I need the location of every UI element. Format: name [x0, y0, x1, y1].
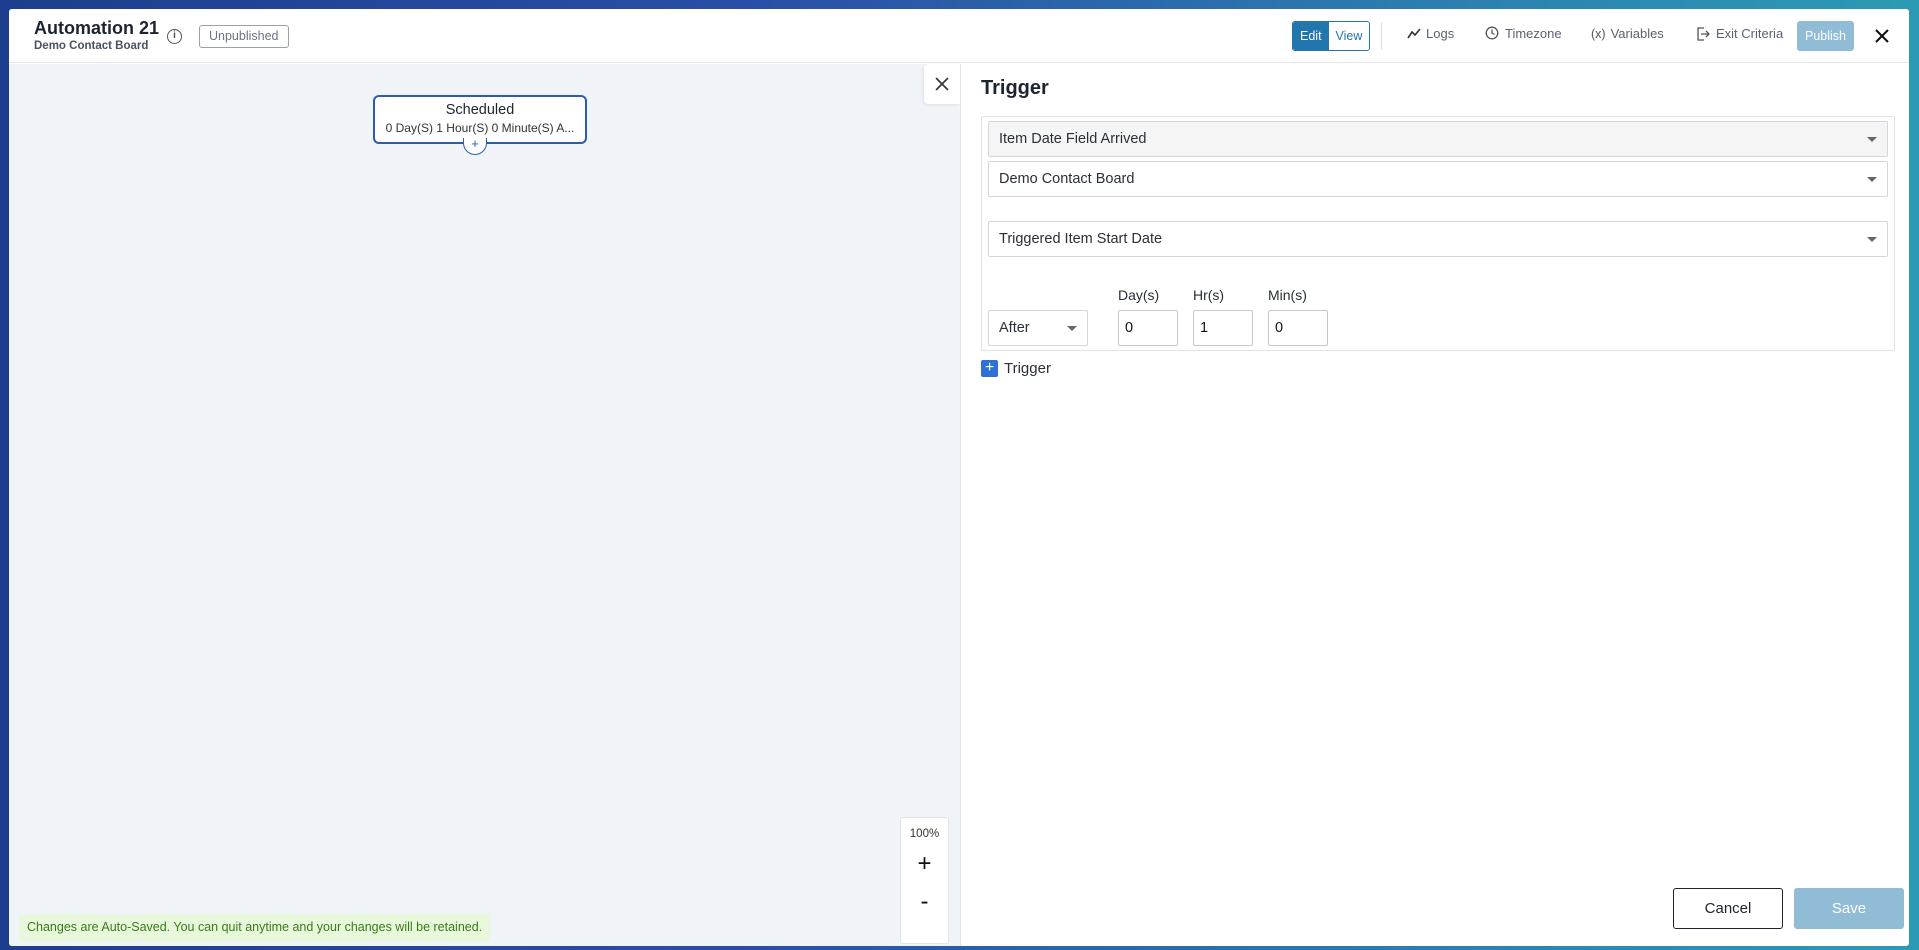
add-trigger-button[interactable]: + Trigger	[981, 360, 1051, 377]
close-icon	[935, 77, 949, 91]
title-block: Automation 21 Demo Contact Board	[34, 18, 159, 52]
chart-line-icon	[1407, 27, 1421, 38]
trigger-panel: Trigger Item Date Field Arrived Demo Con…	[960, 64, 1909, 946]
panel-title: Trigger	[981, 77, 1049, 99]
board-subtitle: Demo Contact Board	[34, 40, 149, 52]
divider	[1381, 23, 1382, 49]
node-title: Scheduled	[445, 102, 515, 118]
days-label: Day(s)	[1118, 287, 1160, 303]
close-icon[interactable]	[1871, 25, 1893, 47]
timezone-button[interactable]: Timezone	[1485, 26, 1562, 41]
chevron-down-icon	[1067, 326, 1077, 331]
logs-button[interactable]: Logs	[1407, 26, 1454, 41]
cancel-button[interactable]: Cancel	[1673, 888, 1783, 929]
view-mode-button[interactable]: View	[1328, 22, 1370, 50]
scheduled-trigger-node[interactable]: Scheduled 0 Day(S) 1 Hour(S) 0 Minute(S)…	[373, 95, 587, 144]
trigger-type-value: Item Date Field Arrived	[999, 131, 1147, 147]
clock-globe-icon	[1485, 26, 1499, 40]
date-field-select[interactable]: Triggered Item Start Date	[988, 221, 1888, 257]
timing-value: After	[999, 320, 1030, 336]
minutes-label: Min(s)	[1268, 287, 1307, 303]
chevron-down-icon	[1867, 137, 1877, 142]
chevron-down-icon	[1867, 237, 1877, 242]
exit-criteria-button[interactable]: Exit Criteria	[1696, 26, 1783, 41]
node-subtitle: 0 Day(S) 1 Hour(S) 0 Minute(S) A...	[385, 121, 575, 135]
zoom-in-button[interactable]: +	[901, 852, 948, 876]
variables-label: Variables	[1610, 26, 1664, 41]
save-button[interactable]: Save	[1794, 888, 1904, 929]
automation-modal: Automation 21 Demo Contact Board i Unpub…	[9, 9, 1909, 946]
automation-title[interactable]: Automation 21	[34, 18, 159, 39]
zoom-out-button[interactable]: -	[901, 890, 948, 914]
plus-icon: +	[981, 360, 998, 377]
board-select[interactable]: Demo Contact Board	[988, 161, 1888, 197]
timing-select[interactable]: After	[988, 310, 1088, 346]
header: Automation 21 Demo Contact Board i Unpub…	[9, 9, 1909, 63]
timezone-label: Timezone	[1505, 26, 1562, 41]
board-value: Demo Contact Board	[999, 171, 1135, 187]
add-step-button[interactable]: +	[463, 137, 487, 155]
exit-criteria-label: Exit Criteria	[1716, 26, 1784, 41]
variables-button[interactable]: (x) Variables	[1591, 26, 1664, 41]
mode-toggle: Edit View	[1292, 21, 1371, 51]
hours-input[interactable]: 1	[1193, 310, 1253, 346]
days-input[interactable]: 0	[1118, 310, 1178, 346]
close-panel-button[interactable]	[924, 64, 960, 104]
hours-label: Hr(s)	[1193, 287, 1225, 303]
exit-icon	[1697, 26, 1710, 41]
trigger-config: Item Date Field Arrived Demo Contact Boa…	[981, 116, 1895, 351]
trigger-type-select[interactable]: Item Date Field Arrived	[988, 121, 1888, 157]
autosave-notice: Changes are Auto-Saved. You can quit any…	[19, 914, 491, 941]
logs-label: Logs	[1426, 26, 1455, 41]
zoom-level: 100%	[909, 828, 940, 840]
workflow-canvas[interactable]: Scheduled 0 Day(S) 1 Hour(S) 0 Minute(S)…	[9, 64, 960, 946]
minutes-input[interactable]: 0	[1268, 310, 1328, 346]
add-trigger-label: Trigger	[1004, 360, 1051, 377]
date-field-value: Triggered Item Start Date	[999, 231, 1163, 247]
variable-icon: (x)	[1591, 26, 1606, 41]
info-icon[interactable]: i	[167, 29, 182, 44]
edit-mode-button[interactable]: Edit	[1293, 22, 1329, 50]
status-badge: Unpublished	[199, 25, 289, 48]
chevron-down-icon	[1867, 177, 1877, 182]
zoom-control: 100% + -	[900, 817, 949, 944]
publish-button[interactable]: Publish	[1797, 21, 1854, 51]
